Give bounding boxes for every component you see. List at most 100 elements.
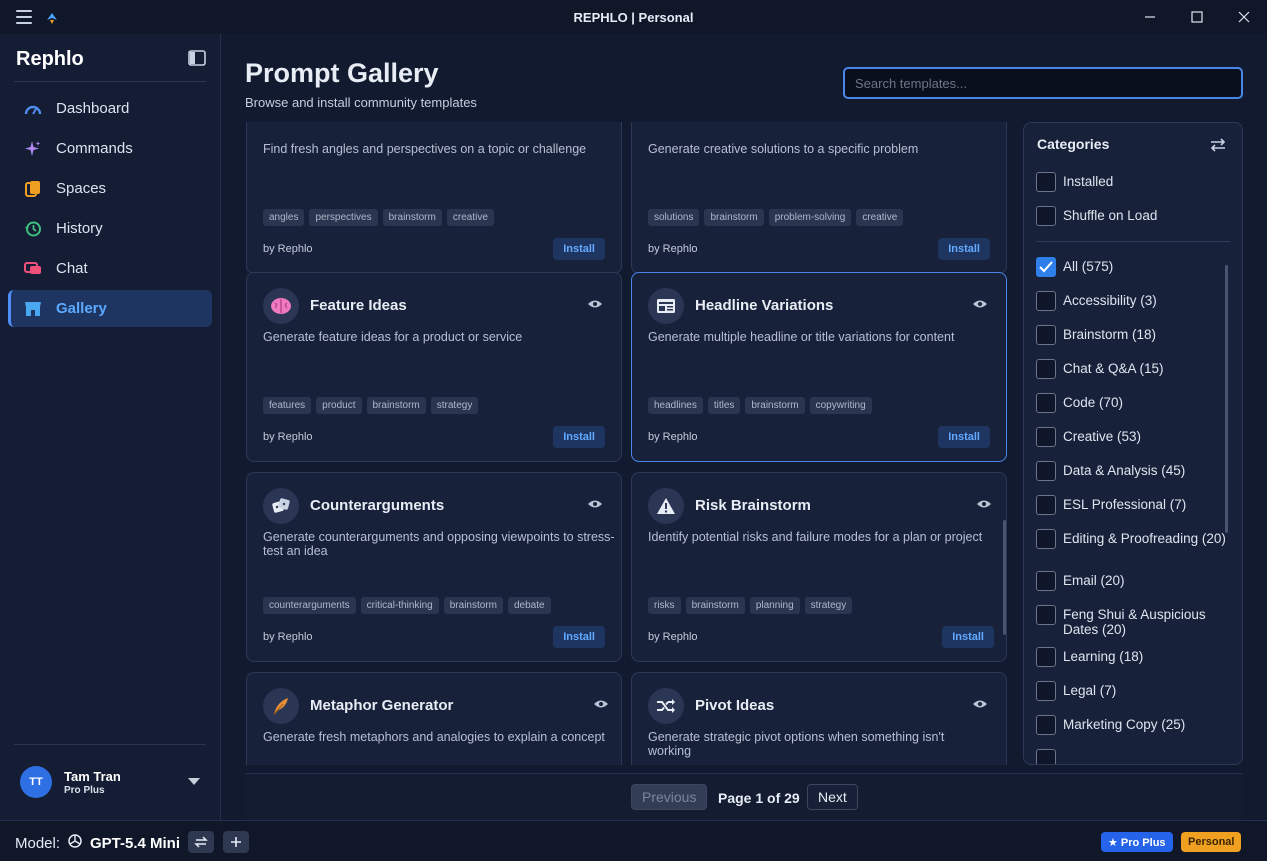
tag[interactable]: brainstorm <box>745 397 805 414</box>
tag[interactable]: risks <box>648 597 681 614</box>
tag[interactable]: critical-thinking <box>360 597 439 614</box>
category-creative[interactable]: Creative (53) <box>1036 427 1236 447</box>
checkbox[interactable] <box>1036 325 1056 345</box>
checkbox[interactable] <box>1036 461 1056 481</box>
tag[interactable]: creative <box>856 209 904 226</box>
tag[interactable]: titles <box>707 397 741 414</box>
sidebar-item-spaces[interactable]: Spaces <box>8 170 212 207</box>
chevron-down-icon[interactable] <box>188 778 200 785</box>
category-marketing-copy[interactable]: Marketing Copy (25) <box>1036 715 1236 735</box>
swap-arrows-icon[interactable] <box>1209 137 1227 153</box>
eye-icon[interactable] <box>976 499 992 509</box>
checkbox[interactable] <box>1036 647 1056 667</box>
checkbox[interactable] <box>1036 529 1056 549</box>
category-email[interactable]: Email (20) <box>1036 571 1236 591</box>
tag[interactable]: copywriting <box>809 397 872 414</box>
tag[interactable]: brainstorm <box>382 209 442 226</box>
eye-icon[interactable] <box>593 699 609 709</box>
category-all[interactable]: All (575) <box>1036 257 1236 277</box>
template-card-metaphor-generator[interactable]: Metaphor Generator Generate fresh metaph… <box>246 672 622 765</box>
tag[interactable]: angles <box>263 209 305 226</box>
eye-icon[interactable] <box>587 299 603 309</box>
sidebar-item-commands[interactable]: Commands <box>8 130 212 167</box>
category-accessibility[interactable]: Accessibility (3) <box>1036 291 1236 311</box>
sidebar-item-gallery[interactable]: Gallery <box>8 290 212 327</box>
minimize-button[interactable] <box>1127 0 1173 34</box>
install-button[interactable]: Install <box>942 626 994 648</box>
tag[interactable]: brainstorm <box>704 209 764 226</box>
checkbox[interactable] <box>1036 359 1056 379</box>
category-partial[interactable] <box>1036 749 1236 764</box>
category-legal[interactable]: Legal (7) <box>1036 681 1236 701</box>
checkbox[interactable] <box>1036 749 1056 764</box>
switch-model-button[interactable] <box>188 831 214 853</box>
category-esl-professional[interactable]: ESL Professional (7) <box>1036 495 1236 515</box>
tag[interactable]: features <box>263 397 312 414</box>
install-button[interactable]: Install <box>553 626 605 648</box>
model-name[interactable]: GPT-5.4 Mini <box>90 835 180 852</box>
eye-icon[interactable] <box>587 499 603 509</box>
template-card-risk-brainstorm[interactable]: Risk Brainstorm Identify potential risks… <box>631 472 1007 662</box>
category-data-analysis[interactable]: Data & Analysis (45) <box>1036 461 1236 481</box>
previous-button[interactable]: Previous <box>631 784 708 810</box>
checkbox[interactable] <box>1036 291 1056 311</box>
checkbox[interactable] <box>1036 715 1056 735</box>
eye-icon[interactable] <box>972 699 988 709</box>
tag[interactable]: headlines <box>648 397 703 414</box>
tag[interactable]: strategy <box>804 597 853 614</box>
category-chat-qa[interactable]: Chat & Q&A (15) <box>1036 359 1236 379</box>
tag[interactable]: brainstorm <box>685 597 745 614</box>
tag[interactable]: problem-solving <box>768 209 852 226</box>
checkbox[interactable] <box>1036 427 1056 447</box>
next-button[interactable]: Next <box>807 784 858 810</box>
sidebar-item-dashboard[interactable]: Dashboard <box>8 90 212 127</box>
tag[interactable]: brainstorm <box>366 397 426 414</box>
checkbox[interactable] <box>1036 571 1056 591</box>
template-card-headline-variations[interactable]: Headline Variations Generate multiple he… <box>631 272 1007 462</box>
sidebar-collapse-icon[interactable] <box>188 50 206 66</box>
categories-scrollbar[interactable] <box>1225 265 1228 533</box>
sidebar-item-history[interactable]: History <box>8 210 212 247</box>
close-button[interactable] <box>1221 0 1267 34</box>
sidebar-item-chat[interactable]: Chat <box>8 250 212 287</box>
category-learning[interactable]: Learning (18) <box>1036 647 1236 667</box>
checkbox[interactable] <box>1036 206 1056 226</box>
checkbox[interactable] <box>1036 495 1056 515</box>
tag[interactable]: solutions <box>648 209 700 226</box>
category-feng-shui[interactable]: Feng Shui & Auspicious Dates (20) <box>1036 605 1236 637</box>
install-button[interactable]: Install <box>938 426 990 448</box>
tag[interactable]: product <box>316 397 362 414</box>
checkbox[interactable] <box>1036 172 1056 192</box>
gallery-scrollbar[interactable] <box>1003 520 1006 635</box>
checkbox-checked[interactable] <box>1036 257 1056 277</box>
checkbox[interactable] <box>1036 605 1056 625</box>
eye-icon[interactable] <box>972 299 988 309</box>
checkbox-label: Legal (7) <box>1063 683 1117 698</box>
tag[interactable]: strategy <box>430 397 479 414</box>
user-menu[interactable]: TT Tam Tran Pro Plus <box>20 766 210 798</box>
category-code[interactable]: Code (70) <box>1036 393 1236 413</box>
tag[interactable]: debate <box>508 597 551 614</box>
install-button[interactable]: Install <box>553 238 605 260</box>
template-card-counterarguments[interactable]: Counterarguments Generate counterargumen… <box>246 472 622 662</box>
install-button[interactable]: Install <box>938 238 990 260</box>
category-brainstorm[interactable]: Brainstorm (18) <box>1036 325 1236 345</box>
template-card-pivot-ideas[interactable]: Pivot Ideas Generate strategic pivot opt… <box>631 672 1007 765</box>
search-input[interactable] <box>843 67 1243 99</box>
tag[interactable]: brainstorm <box>443 597 503 614</box>
checkbox[interactable] <box>1036 393 1056 413</box>
tag[interactable]: perspectives <box>309 209 378 226</box>
checkbox[interactable] <box>1036 681 1056 701</box>
install-button[interactable]: Install <box>553 426 605 448</box>
card-description: Generate creative solutions to a specifi… <box>648 142 919 156</box>
category-editing-proofreading[interactable]: Editing & Proofreading (20) <box>1036 529 1236 549</box>
tag[interactable]: creative <box>446 209 494 226</box>
tag[interactable]: planning <box>749 597 800 614</box>
filter-shuffle-on-load[interactable]: Shuffle on Load <box>1036 206 1236 226</box>
template-card-feature-ideas[interactable]: Feature Ideas Generate feature ideas for… <box>246 272 622 462</box>
maximize-button[interactable] <box>1174 0 1220 34</box>
add-button[interactable] <box>223 831 249 853</box>
tag[interactable]: counterarguments <box>263 597 356 614</box>
filter-installed[interactable]: Installed <box>1036 172 1236 192</box>
template-card: Find fresh angles and perspectives on a … <box>246 122 622 274</box>
